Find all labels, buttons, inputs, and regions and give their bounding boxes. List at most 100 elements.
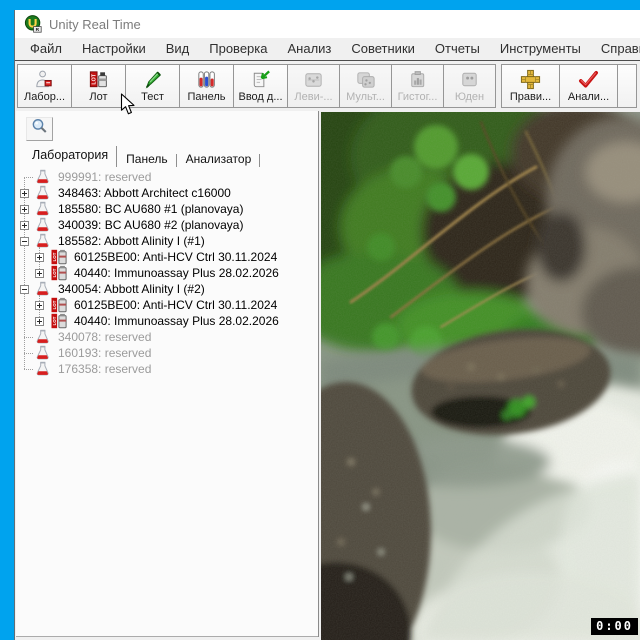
tree-item-label: 176358: reserved	[58, 362, 151, 376]
toolbar-button-label: Тест	[141, 91, 164, 103]
tree-item-label: 348463: Abbott Architect c16000	[58, 186, 231, 200]
tree-item-label: 60125BE00: Anti-HCV Ctrl 30.11.2024	[74, 250, 277, 264]
toolbar: Лабор... LOT Лот Тест Панель Ввод д... Леви-..…	[15, 61, 640, 111]
toolbar-button-panel[interactable]: Панель	[179, 64, 234, 108]
menu-item-file[interactable]: Файл	[20, 38, 72, 60]
stream-photo-art	[321, 112, 640, 640]
histogram-icon	[406, 67, 429, 91]
tree-item-40440[interactable]: LOT 40440: Immunoassay Plus 28.02.2026	[16, 313, 316, 329]
toolbar-button-analysis[interactable]: Анали...	[559, 64, 618, 108]
tree-item-340039[interactable]: 340039: BC AU680 #2 (planovaya)	[16, 217, 316, 233]
analyzer-icon	[32, 361, 54, 382]
multigraph-icon	[354, 67, 377, 91]
title-bar[interactable]: R Unity Real Time	[15, 10, 640, 38]
menu-item-check[interactable]: Проверка	[199, 38, 277, 60]
desktop: { "window": { "title": "Unity Real Time"…	[0, 0, 640, 640]
tree-item-340054[interactable]: 340054: Abbott Alinity I (#2)	[16, 281, 316, 297]
expand-icon[interactable]	[20, 205, 29, 214]
menu-item-settings[interactable]: Настройки	[72, 38, 156, 60]
expand-icon[interactable]	[35, 301, 44, 310]
tree-item-60125be00[interactable]: LOT 60125BE00: Anti-HCV Ctrl 30.11.2024	[16, 297, 316, 313]
toolbar-button-label: Лабор...	[24, 91, 65, 103]
toolbar-button-histogram[interactable]: Гистог...	[391, 64, 444, 108]
tree-item-label: 160193: reserved	[58, 346, 151, 360]
recording-timer: 0:00	[591, 618, 638, 635]
collapse-icon[interactable]	[20, 285, 29, 294]
toolbar-button-label: Юден	[455, 91, 484, 103]
toolbar-button-label: Мульт...	[346, 91, 385, 103]
test-pen-icon	[141, 67, 164, 91]
tree-item-label: 999991: reserved	[58, 170, 151, 184]
analysis-check-icon	[577, 67, 600, 91]
toolbar-button-test[interactable]: Тест	[125, 64, 180, 108]
tree-item-label: 40440: Immunoassay Plus 28.02.2026	[74, 314, 279, 328]
menu-item-advisors[interactable]: Советники	[341, 38, 425, 60]
tree-item-185580[interactable]: 185580: BC AU680 #1 (planovaya)	[16, 201, 316, 217]
app-window: R Unity Real Time ФайлНастройкиВидПровер…	[14, 10, 640, 640]
collapse-icon[interactable]	[20, 237, 29, 246]
tree-item-label: 185580: BC AU680 #1 (planovaya)	[58, 202, 243, 216]
svg-text:R: R	[36, 27, 40, 33]
svg-text:LOT: LOT	[52, 252, 57, 261]
tree-item-40440[interactable]: LOT40440: Immunoassay Plus 28.02.2026	[16, 265, 316, 281]
stream-photo: 0:00	[321, 112, 640, 640]
tree-item-185582[interactable]: 185582: Abbott Alinity I (#1)	[16, 233, 316, 249]
main-content: ЛабораторияПанельАнализатор 999991: rese…	[15, 111, 640, 640]
tree-item-348463[interactable]: 348463: Abbott Architect c16000	[16, 185, 316, 201]
toolbar-button-label: Анали...	[568, 91, 609, 103]
tab-analyzer[interactable]: Анализатор	[177, 150, 261, 168]
svg-text:LOT: LOT	[52, 300, 57, 309]
data-entry-icon	[249, 67, 272, 91]
tree-item-340078[interactable]: 340078: reserved	[16, 329, 316, 345]
lab-technician-icon	[33, 67, 56, 91]
unity-logo-icon: R	[24, 15, 42, 33]
toolbar-button-lot[interactable]: LOT Лот	[71, 64, 126, 108]
tree-item-label: 340054: Abbott Alinity I (#2)	[58, 282, 205, 296]
toolbar-button-rules[interactable]: Прави...	[501, 64, 560, 108]
menu-item-tools[interactable]: Инструменты	[490, 38, 591, 60]
toolbar-button-label: Панель	[187, 91, 225, 103]
svg-text:LOT: LOT	[52, 316, 57, 325]
menu-item-analysis[interactable]: Анализ	[277, 38, 341, 60]
toolbar-button-label: Лот	[89, 91, 107, 103]
tree-item-999991[interactable]: 999991: reserved	[16, 169, 316, 185]
expand-icon[interactable]	[35, 269, 44, 278]
search-button[interactable]	[26, 117, 53, 141]
svg-text:LOT: LOT	[91, 73, 97, 84]
tab-panel[interactable]: Панель	[117, 150, 176, 168]
tab-laboratory[interactable]: Лаборатория	[23, 146, 117, 168]
tree-item-160193[interactable]: 160193: reserved	[16, 345, 316, 361]
expand-icon[interactable]	[35, 317, 44, 326]
expand-icon[interactable]	[20, 189, 29, 198]
menu-item-reports[interactable]: Отчеты	[425, 38, 490, 60]
toolbar-button-label: Ввод д...	[239, 91, 283, 103]
expand-icon[interactable]	[35, 253, 44, 262]
toolbar-button-levey-jennings[interactable]: Леви-...	[287, 64, 340, 108]
expand-icon[interactable]	[20, 221, 29, 230]
window-title: Unity Real Time	[49, 17, 141, 32]
menu-bar: ФайлНастройкиВидПроверкаАнализСоветникиО…	[15, 38, 640, 61]
svg-text:LOT: LOT	[52, 268, 57, 277]
toolbar-button-data-entry[interactable]: Ввод д...	[233, 64, 288, 108]
toolbar-button-laboratory[interactable]: Лабор...	[17, 64, 72, 108]
toolbar-button-partial[interactable]	[617, 64, 637, 108]
menu-item-view[interactable]: Вид	[156, 38, 200, 60]
tree-item-label: 60125BE00: Anti-HCV Ctrl 30.11.2024	[74, 298, 277, 312]
magnifier-icon	[30, 117, 49, 141]
youden-plot-icon	[458, 67, 481, 91]
menu-item-help[interactable]: Справка	[591, 38, 640, 60]
toolbar-button-multigraph[interactable]: Мульт...	[339, 64, 392, 108]
test-tubes-icon	[195, 67, 218, 91]
analyzer-tree: 999991: reserved 348463: Abbott Architect…	[16, 169, 316, 381]
tree-item-label: 340039: BC AU680 #2 (planovaya)	[58, 218, 243, 232]
tree-item-60125be00[interactable]: LOT 60125BE00: Anti-HCV Ctrl 30.11.2024	[16, 249, 316, 265]
navigator-panel: ЛабораторияПанельАнализатор 999991: rese…	[16, 111, 318, 637]
toolbar-button-label: Леви-...	[294, 91, 332, 103]
tree-item-label: 185582: Abbott Alinity I (#1)	[58, 234, 205, 248]
panel-divider[interactable]	[318, 111, 319, 637]
toolbar-button-label: Прави...	[510, 91, 551, 103]
sidebar-tabs: ЛабораторияПанельАнализатор	[23, 146, 260, 168]
toolbar-button-label: Гистог...	[398, 91, 438, 103]
tree-item-176358[interactable]: 176358: reserved	[16, 361, 316, 377]
toolbar-button-youden[interactable]: Юден	[443, 64, 496, 108]
